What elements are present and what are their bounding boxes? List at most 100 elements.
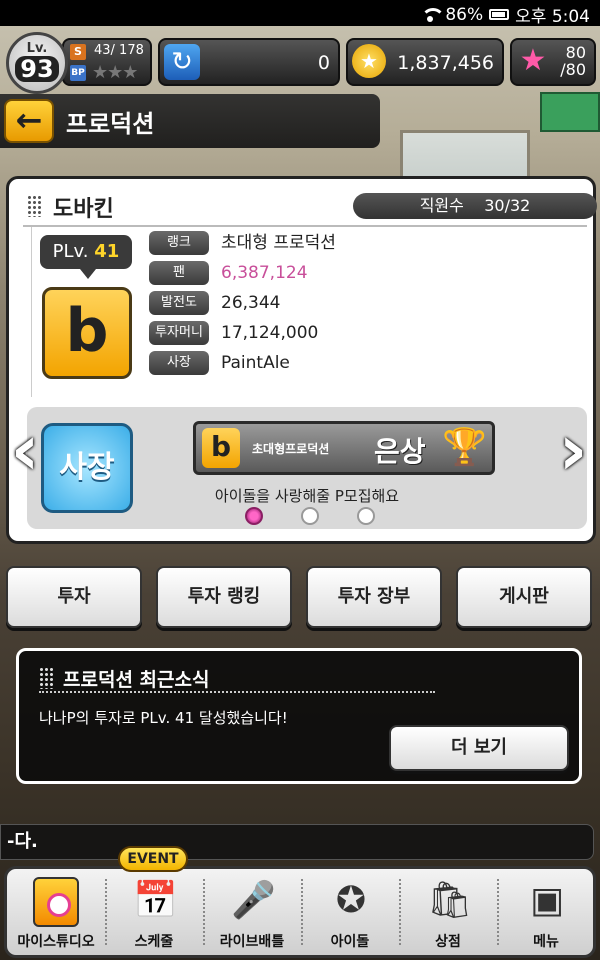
level-badge[interactable]: Lv. 93 — [6, 32, 68, 94]
grip-icon — [39, 667, 53, 689]
action-buttons: 투자 투자 랭킹 투자 장부 게시판 — [6, 566, 596, 628]
coin-star-icon: ★ — [352, 44, 386, 78]
nav-label: 스케줄 — [134, 934, 174, 950]
gem-panel[interactable]: ↻ 0 — [158, 38, 340, 86]
more-button[interactable]: 더 보기 — [389, 725, 569, 771]
plv-value: 41 — [94, 241, 120, 262]
coin-value: 1,837,456 — [397, 52, 494, 74]
exp-value: 43/ 178 — [94, 43, 144, 58]
wifi-icon — [421, 7, 446, 22]
page-title: 프로덕션 — [66, 110, 155, 138]
pink-star-icon: ★ — [519, 43, 547, 78]
microphone-icon: 🎤 — [231, 880, 276, 921]
staff-count: 직원수 30/32 — [353, 193, 597, 219]
event-badge: EVENT — [118, 846, 188, 872]
news-header: 프로덕션 최근소식 — [39, 665, 439, 691]
ticker-bar: -다. — [0, 824, 594, 860]
nav-item-schedule[interactable]: 📅 스케줄 — [105, 869, 203, 955]
award-rank: 은상 — [374, 435, 426, 468]
carousel-next-button[interactable]: › — [552, 410, 594, 490]
production-name: 도바킨 — [53, 197, 114, 222]
refresh-gem-icon: ↻ — [164, 44, 200, 80]
chevron-right-icon: › — [558, 409, 588, 491]
clock: 오후 5:04 — [515, 7, 590, 27]
production-logo: b — [42, 287, 132, 379]
stamina-value: 80/80 — [560, 44, 586, 78]
nav-item-menu[interactable]: ▣ 메뉴 — [497, 869, 595, 955]
info-label: 발전도 — [149, 291, 209, 315]
back-button[interactable]: ← — [4, 99, 54, 143]
carousel-dot[interactable] — [357, 507, 375, 525]
plv-panel: PLv. 41 b — [31, 227, 143, 397]
award-logo: b — [202, 428, 240, 468]
news-panel: 프로덕션 최근소식 나나P의 투자로 PLv. 41 달성했습니다! 더 보기 — [16, 648, 582, 784]
status-bar: 86% 오후 5:04 — [0, 0, 600, 27]
battery-icon — [489, 9, 510, 20]
nav-label: 마이스튜디오 — [17, 934, 95, 950]
info-label: 사장 — [149, 351, 209, 375]
news-body: 나나P의 투자로 PLv. 41 달성했습니다! — [39, 709, 288, 727]
production-card: 도바킨 직원수 30/32 PLv. 41 b 랭크 초대형 프로덕션 팬 6,… — [6, 176, 597, 544]
info-row-investment: 투자머니 17,124,000 — [149, 321, 569, 345]
info-value: 17,124,000 — [221, 323, 319, 343]
menu-icon: ▣ — [529, 880, 564, 921]
plv-bubble: PLv. 41 — [40, 235, 132, 279]
production-info: 랭크 초대형 프로덕션 팬 6,387,124 발전도 26,344 투자머니 … — [145, 227, 585, 397]
rank-badge: S — [70, 44, 86, 60]
news-title: 프로덕션 최근소식 — [63, 669, 210, 691]
shopping-bag-icon: 🛍 — [427, 880, 473, 921]
award-banner[interactable]: b 초대형프로덕션 은상 🏆 — [193, 421, 495, 475]
plv-label: PLv. — [52, 241, 89, 262]
carousel-dots — [245, 507, 385, 525]
level-label: Lv. — [26, 41, 48, 56]
page-header: ← 프로덕션 — [0, 94, 380, 148]
award-text: 초대형프로덕션 — [252, 442, 330, 456]
info-label: 랭크 — [149, 231, 209, 255]
info-label: 팬 — [149, 261, 209, 285]
divider — [39, 691, 435, 693]
stamina-max: /80 — [560, 60, 586, 79]
grip-icon — [27, 195, 41, 217]
nav-item-idol[interactable]: ✪ 아이돌 — [301, 869, 399, 955]
chevron-left-icon: ‹ — [10, 409, 40, 491]
exp-panel[interactable]: S BP 43/ 178 ★★★ — [62, 38, 152, 86]
carousel-dot[interactable] — [301, 507, 319, 525]
coin-panel[interactable]: ★ 1,837,456 — [346, 38, 504, 86]
speaker-icon — [33, 877, 79, 927]
staff-label: 직원수 — [419, 196, 464, 215]
invest-ranking-button[interactable]: 투자 랭킹 — [156, 566, 292, 628]
battery-percent: 86% — [445, 4, 484, 25]
production-slogan: 아이돌을 사랑해줄 P모집해요 — [214, 487, 400, 505]
invest-ledger-button[interactable]: 투자 장부 — [306, 566, 442, 628]
nav-label: 상점 — [435, 934, 461, 950]
gem-value: 0 — [317, 52, 330, 74]
bottom-nav: 마이스튜디오 📅 스케줄 🎤 라이브배틀 ✪ 아이돌 🛍 상점 ▣ 메뉴 — [4, 866, 596, 958]
calendar-icon: 📅 — [133, 880, 178, 921]
stamina-panel[interactable]: ★ 80/80 — [510, 38, 596, 86]
invest-button[interactable]: 투자 — [6, 566, 142, 628]
board-button[interactable]: 게시판 — [456, 566, 592, 628]
nav-label: 메뉴 — [533, 934, 559, 950]
star-circle-icon: ✪ — [335, 880, 367, 921]
nav-label: 아이돌 — [330, 934, 370, 950]
carousel-prev-button[interactable]: ‹ — [4, 410, 46, 490]
star-rating: ★★★ — [92, 62, 138, 83]
nav-label: 라이브배틀 — [219, 934, 285, 950]
info-row-fans: 팬 6,387,124 — [149, 261, 569, 285]
info-value: 초대형 프로덕션 — [221, 233, 336, 253]
card-header: 도바킨 직원수 30/32 — [23, 191, 597, 223]
info-row-development: 발전도 26,344 — [149, 291, 569, 315]
player-stats-bar: S BP 43/ 178 ★★★ Lv. 93 ↻ 0 ★ 1,837,456 … — [0, 30, 600, 94]
trophy-icon: 🏆 — [442, 427, 487, 468]
arrow-left-icon: ← — [15, 101, 43, 139]
nav-item-my-studio[interactable]: 마이스튜디오 — [7, 869, 105, 955]
nav-item-live-battle[interactable]: 🎤 라이브배틀 — [203, 869, 301, 955]
level-value: 93 — [15, 56, 59, 82]
info-value: 6,387,124 — [221, 263, 308, 283]
nav-item-shop[interactable]: 🛍 상점 — [399, 869, 497, 955]
carousel-dot[interactable] — [245, 507, 263, 525]
info-value: 26,344 — [221, 293, 281, 313]
exit-sign — [540, 92, 600, 132]
award-carousel: 사장 b 초대형프로덕션 은상 🏆 아이돌을 사랑해줄 P모집해요 — [27, 407, 587, 529]
info-row-rank: 랭크 초대형 프로덕션 — [149, 231, 569, 255]
